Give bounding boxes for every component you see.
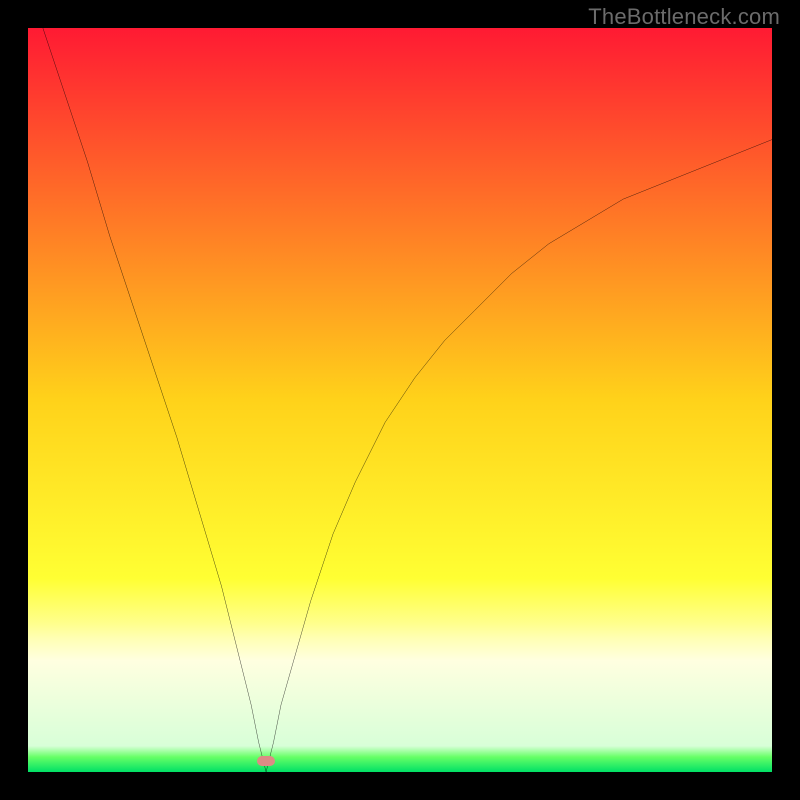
bottleneck-plot	[28, 28, 772, 772]
minimum-marker	[257, 756, 275, 766]
chart-frame: TheBottleneck.com	[0, 0, 800, 800]
watermark-text: TheBottleneck.com	[588, 4, 780, 30]
